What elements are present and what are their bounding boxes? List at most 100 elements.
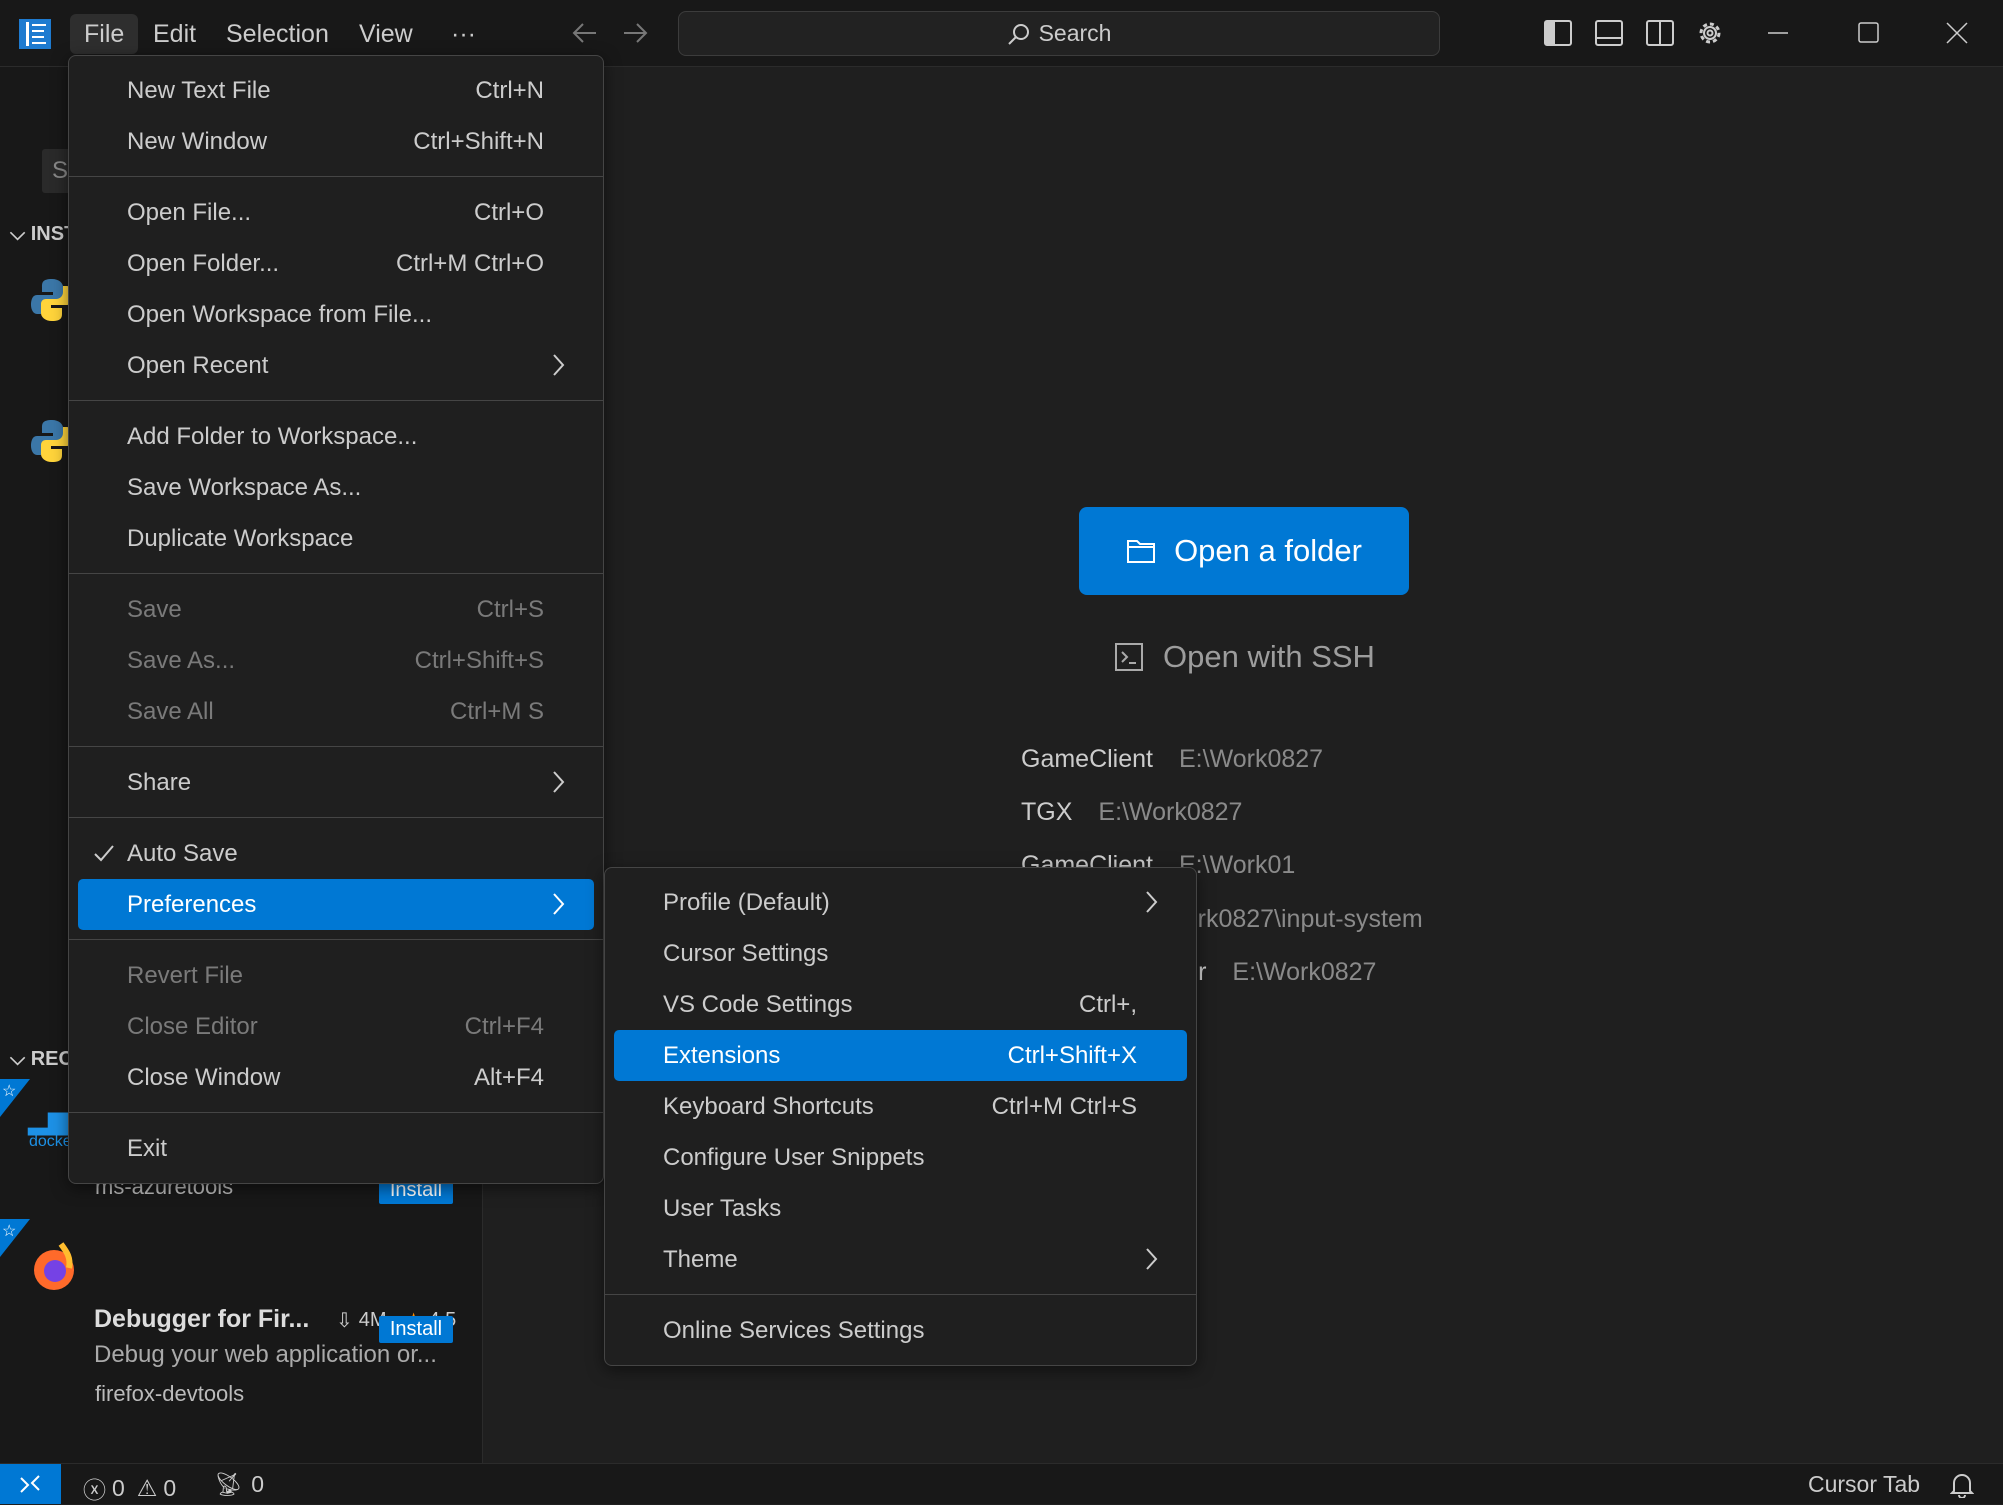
menu-item-close-window[interactable]: Close Window Alt+F4 (78, 1052, 594, 1103)
minimize-icon[interactable] (1763, 18, 1793, 48)
extension-description: Debug your web application or... (94, 1341, 437, 1368)
open-folder-button[interactable]: Open a folder (1079, 507, 1409, 595)
menu-item-add-folder-to-workspace[interactable]: Add Folder to Workspace... (78, 411, 594, 462)
menu-item-theme[interactable]: Theme (614, 1234, 1187, 1285)
menu-item-shortcut: Ctrl+Shift+N (413, 127, 544, 155)
close-icon[interactable] (1942, 18, 1972, 48)
menu-item-new-window[interactable]: New Window Ctrl+Shift+N (78, 116, 594, 167)
menu-item-label: Duplicate Workspace (127, 524, 354, 552)
terminal-icon (1115, 643, 1143, 671)
toggle-primary-sidebar-icon[interactable] (1543, 18, 1573, 48)
menu-file[interactable]: File (70, 14, 139, 54)
menu-item-label: Preferences (127, 890, 257, 918)
open-ssh-button[interactable]: Open with SSH (1115, 637, 1375, 677)
menu-item-label: Close Editor (127, 1012, 258, 1040)
menu-item-label: Close Window (127, 1063, 281, 1091)
menu-item-label: Auto Save (127, 839, 238, 867)
menu-item-label: Cursor Settings (663, 939, 829, 967)
open-folder-label: Open a folder (1174, 533, 1362, 568)
extension-publisher: firefox-devtools (95, 1381, 245, 1406)
menu-item-extensions[interactable]: Extensions Ctrl+Shift+X (614, 1030, 1187, 1081)
menu-item-label: Open Workspace from File... (127, 300, 432, 328)
preferences-submenu: Profile (Default) Cursor Settings VS Code … (604, 867, 1197, 1366)
menu-item-open-file[interactable]: Open File... Ctrl+O (78, 187, 594, 238)
menu-item-exit[interactable]: Exit (78, 1123, 594, 1174)
menu-item-save-as: Save As... Ctrl+Shift+S (78, 635, 594, 686)
menu-separator (69, 746, 603, 747)
menu-item-shortcut: Ctrl+F4 (464, 1012, 544, 1040)
menu-separator (69, 1112, 603, 1113)
install-button[interactable]: Install (379, 1316, 453, 1343)
menu-item-shortcut: Ctrl+M Ctrl+O (395, 249, 544, 277)
menu-more[interactable]: ··· (437, 14, 490, 54)
menu-item-online-services-settings[interactable]: Online Services Settings (614, 1305, 1187, 1356)
ports-indicator[interactable]: 📡︎ 0 (214, 1471, 264, 1498)
menu-item-label: Revert File (127, 961, 244, 989)
menu-item-shortcut: Ctrl+S (476, 595, 544, 623)
menu-item-label: Open Recent (127, 351, 269, 379)
menu-item-open-recent[interactable]: Open Recent (78, 340, 594, 391)
menu-separator (605, 1294, 1196, 1295)
recent-folder-item[interactable]: TGX E:\Work0827 (1021, 798, 1242, 827)
menu-item-label: Save Workspace As... (127, 473, 362, 501)
menu-item-label: Save All (127, 697, 214, 725)
problems-indicator[interactable]: ⓧ 0 ⚠ 0 (83, 1471, 176, 1505)
menu-item-label: Open Folder... (127, 249, 280, 277)
menu-item-label: Keyboard Shortcuts (663, 1092, 874, 1120)
back-arrow-icon[interactable] (570, 18, 600, 48)
menu-item-new-text-file[interactable]: New Text File Ctrl+N (78, 65, 594, 116)
chevron-down-icon: ⌵ (10, 1048, 26, 1070)
chevron-right-icon (553, 771, 565, 793)
menu-item-revert-file: Revert File (78, 950, 594, 1001)
menu-item-duplicate-workspace[interactable]: Duplicate Workspace (78, 513, 594, 564)
extension-title[interactable]: Debugger for Fir... (94, 1305, 309, 1334)
menu-item-vs-code-settings[interactable]: VS Code Settings Ctrl+, (614, 979, 1187, 1030)
menu-item-shortcut: Ctrl+N (475, 76, 544, 104)
menu-item-share[interactable]: Share (78, 757, 594, 808)
menu-item-cursor-settings[interactable]: Cursor Settings (614, 928, 1187, 979)
menu-separator (69, 400, 603, 401)
menu-item-profile-default[interactable]: Profile (Default) (614, 877, 1187, 928)
menu-item-shortcut: Alt+F4 (473, 1063, 544, 1091)
menu-item-preferences[interactable]: Preferences (78, 879, 594, 930)
recommended-star-badge-icon: ☆ (0, 1079, 30, 1117)
chevron-down-icon: ⌵ (10, 223, 26, 245)
menu-separator (69, 817, 603, 818)
menu-item-user-tasks[interactable]: User Tasks (614, 1183, 1187, 1234)
toggle-panel-icon[interactable] (1594, 18, 1624, 48)
firefox-icon[interactable] (31, 1242, 77, 1292)
app-logo-icon (19, 19, 51, 49)
remote-icon (20, 1475, 40, 1493)
warning-icon: ⚠ (136, 1474, 158, 1501)
error-count: 0 (112, 1474, 125, 1501)
toggle-secondary-sidebar-icon[interactable] (1645, 18, 1675, 48)
menu-item-open-folder[interactable]: Open Folder... Ctrl+M Ctrl+O (78, 238, 594, 289)
search-icon (1007, 23, 1029, 45)
menu-selection[interactable]: Selection (212, 14, 343, 54)
remote-indicator[interactable] (0, 1464, 61, 1504)
chevron-right-icon (553, 354, 565, 376)
menu-item-auto-save[interactable]: Auto Save (78, 828, 594, 879)
menu-item-label: Save As... (127, 646, 236, 674)
menu-item-label: Save (127, 595, 182, 623)
recent-folder-item[interactable]: GameClient E:\Work0827 (1021, 745, 1323, 774)
chevron-right-icon (553, 893, 565, 915)
bell-icon[interactable] (1950, 1472, 1974, 1498)
menu-item-keyboard-shortcuts[interactable]: Keyboard Shortcuts Ctrl+M Ctrl+S (614, 1081, 1187, 1132)
menu-item-close-editor: Close Editor Ctrl+F4 (78, 1001, 594, 1052)
menu-item-save-workspace-as[interactable]: Save Workspace As... (78, 462, 594, 513)
settings-gear-icon[interactable] (1695, 18, 1725, 48)
maximize-icon[interactable] (1853, 18, 1883, 48)
menu-item-label: Extensions (663, 1041, 781, 1069)
menu-item-shortcut: Ctrl+O (473, 198, 544, 226)
command-center-search[interactable]: Search (678, 11, 1440, 56)
menu-item-label: Online Services Settings (663, 1316, 925, 1344)
menu-edit[interactable]: Edit (139, 14, 210, 54)
menu-item-configure-user-snippets[interactable]: Configure User Snippets (614, 1132, 1187, 1183)
svg-text:☆: ☆ (2, 1223, 16, 1240)
checkmark-icon (94, 845, 114, 862)
menu-item-open-workspace-from-file[interactable]: Open Workspace from File... (78, 289, 594, 340)
forward-arrow-icon[interactable] (620, 18, 650, 48)
menu-view[interactable]: View (345, 14, 427, 54)
cursor-tab-status[interactable]: Cursor Tab (1808, 1471, 1920, 1498)
